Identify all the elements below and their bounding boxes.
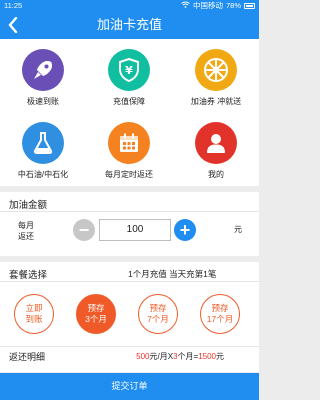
feature-label: 中石油/中石化 [17,170,69,179]
monthly-label-line1: 每月 [18,221,34,230]
package-line1: 预存 [211,303,229,313]
formula-monthly: 500 [136,352,150,361]
feature-coupon[interactable]: 加油券 冲就送 [173,39,259,112]
plan-info: 1个月充值 当天充第1笔 [128,269,217,279]
feature-label: 我的 [208,170,224,179]
wheel-icon [195,49,237,91]
svg-text:¥: ¥ [125,64,133,77]
package-3-months[interactable]: 预存 3个月 [76,294,116,334]
feature-petrochina-sinopec[interactable]: 中石油/中石化 [0,112,86,185]
page-title: 加油卡充值 [96,17,162,32]
battery-icon [244,2,255,9]
package-line2: 到账 [25,314,43,324]
title-bar: 加油卡充值 [0,11,259,39]
return-formula: 500元/月X3个月=1500元 [136,351,224,362]
wifi-icon [181,0,190,11]
amount-section: 加油金额 每月 返还 − 100 + 元 [0,192,259,256]
return-detail-label: 返还明细 [9,352,46,362]
feature-fast-arrival[interactable]: 极速到账 [0,39,86,112]
package-line1: 立即 [25,303,43,313]
amount-input[interactable]: 100 [99,219,171,241]
feature-recharge-guarantee[interactable]: ¥ 充值保障 [86,39,172,112]
formula-unit2: 个月= [177,352,199,361]
flask-icon [22,122,64,164]
feature-monthly-return[interactable]: 每月定时返还 [86,112,172,185]
feature-label: 充值保障 [113,97,145,106]
package-line1: 预存 [87,303,105,313]
package-instant[interactable]: 立即 到账 [14,294,54,334]
package-line2: 3个月 [85,314,107,324]
decrease-button[interactable]: − [73,219,95,241]
monthly-label-line2: 返还 [18,232,34,241]
submit-order-button[interactable]: 提交订单 [0,373,259,400]
monthly-return-label: 每月 返还 [18,220,34,242]
shield-yen-icon: ¥ [108,49,150,91]
feature-label: 加油券 冲就送 [190,97,242,106]
feature-mine[interactable]: 我的 [173,112,259,185]
package-17-months[interactable]: 预存 17个月 [200,294,240,334]
package-line2: 7个月 [147,314,169,324]
plan-section-title: 套餐选择 [9,270,48,281]
status-right: 中国移动 78% [181,0,255,11]
formula-unit1: 元/月X [149,352,174,361]
status-carrier: 中国移动 [192,1,223,10]
formula-total: 1500 [198,352,216,361]
calendar-icon [108,122,150,164]
status-time: 11:25 [4,1,23,10]
status-battery: 78% [225,1,241,10]
amount-section-title: 加油金额 [9,200,48,211]
amount-unit: 元 [234,225,242,234]
package-7-months[interactable]: 预存 7个月 [138,294,178,334]
package-line1: 预存 [149,303,167,313]
feature-grid: 极速到账 ¥ 充值保障 加油券 冲就送 中石油/中石化 每月定时返还 我的 [0,39,259,186]
rocket-icon [22,49,64,91]
divider [0,281,259,282]
status-bar: 11:25 中国移动 78% [0,0,259,11]
divider [0,211,259,212]
feature-label: 极速到账 [27,97,59,106]
package-line2: 17个月 [206,314,234,324]
user-icon [195,122,237,164]
increase-button[interactable]: + [174,219,196,241]
feature-label: 每月定时返还 [105,170,153,179]
plan-section: 套餐选择 1个月充值 当天充第1笔 立即 到账 预存 3个月 预存 7个月 预存 17个… [0,262,259,372]
formula-unit3: 元 [216,352,224,361]
divider [0,346,259,347]
